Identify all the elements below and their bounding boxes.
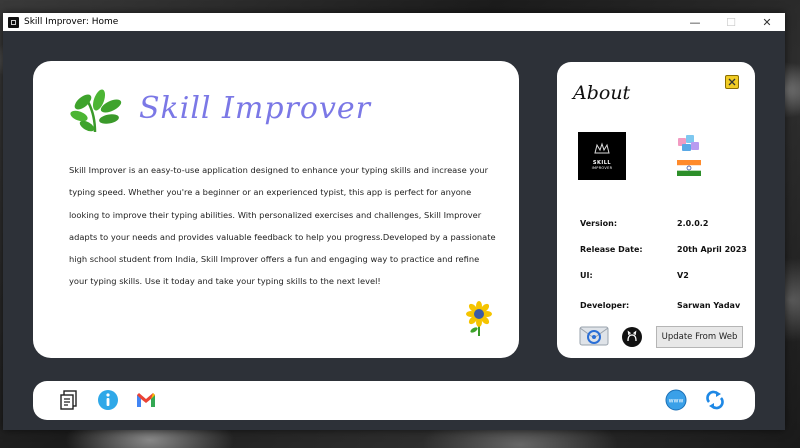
- ui-label: UI:: [580, 271, 593, 280]
- leaf-sprig-icon: [70, 89, 122, 133]
- pin-icon[interactable]: [725, 75, 739, 89]
- sunflower-icon: [466, 301, 492, 336]
- notes-icon[interactable]: [58, 389, 80, 411]
- about-card: About SKILL IMPROVER Version: 2.0.0.2 Re…: [557, 62, 755, 358]
- app-logo: SKILL IMPROVER: [578, 132, 626, 180]
- app-description: Skill Improver is an easy-to-use applica…: [69, 165, 496, 287]
- title-bar[interactable]: Skill Improver: Home — ☐ ✕: [3, 13, 785, 31]
- github-icon[interactable]: [622, 327, 642, 347]
- developer-label: Developer:: [580, 301, 630, 310]
- window-controls: — ☐ ✕: [677, 13, 785, 31]
- update-from-web-button[interactable]: Update From Web: [656, 326, 743, 348]
- description-card: Skill Improver Skill Improver is an easy…: [33, 61, 519, 358]
- ui-value: V2: [677, 271, 689, 280]
- gmail-icon[interactable]: [135, 389, 157, 411]
- developer-value: Sarwan Yadav: [677, 301, 741, 310]
- website-icon[interactable]: www: [665, 389, 687, 411]
- version-value: 2.0.0.2: [677, 219, 709, 228]
- version-label: Version:: [580, 219, 618, 228]
- minimize-button[interactable]: —: [677, 13, 713, 31]
- svg-text:www: www: [669, 398, 684, 405]
- window-title: Skill Improver: Home: [24, 17, 119, 27]
- info-icon[interactable]: [97, 389, 119, 411]
- brand-title: Skill Improver: [139, 91, 371, 126]
- refresh-icon[interactable]: [704, 389, 726, 411]
- mail-icon[interactable]: [579, 325, 609, 347]
- maximize-button[interactable]: ☐: [713, 13, 749, 31]
- app-window: Skill Improver: Home — ☐ ✕ Skill Improve…: [3, 13, 785, 430]
- logo-line-2: IMPROVER: [591, 166, 613, 170]
- release-date-value: 20th April 2023: [677, 245, 747, 254]
- release-date-label: Release Date:: [580, 245, 643, 254]
- about-title: About: [573, 82, 631, 104]
- app-icon: [8, 16, 19, 28]
- india-flag-icon: [677, 160, 701, 176]
- close-button[interactable]: ✕: [749, 13, 785, 31]
- pretty-ui-icon: [678, 135, 699, 151]
- bottom-toolbar: www: [33, 381, 755, 420]
